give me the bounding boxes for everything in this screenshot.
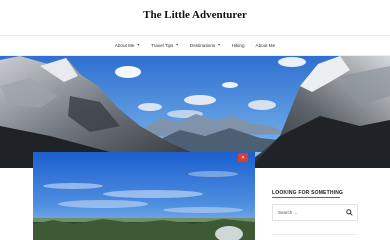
- close-icon: ✕: [240, 154, 246, 161]
- search-input[interactable]: [273, 205, 341, 220]
- chevron-down-icon: ▼: [175, 43, 179, 47]
- search-form: [272, 204, 358, 221]
- site-header: The Little Adventurer: [0, 0, 390, 34]
- nav-item-label: Travel Tips: [151, 42, 174, 48]
- chevron-down-icon: ▼: [136, 43, 141, 47]
- widget-divider: [272, 234, 358, 235]
- nav-item-about-me[interactable]: About Me ▼: [115, 43, 140, 48]
- post-featured-image[interactable]: [33, 152, 255, 240]
- close-button[interactable]: ✕: [238, 153, 248, 162]
- chevron-down-icon: ▼: [217, 43, 221, 47]
- nav-item-travel-tips[interactable]: Travel Tips ▼: [151, 43, 179, 48]
- nav-item-label: Hiking: [231, 42, 245, 48]
- nav-item-destinations[interactable]: Destinations ▼: [190, 43, 221, 48]
- nav-item-label: About Me: [255, 42, 276, 48]
- widget-title: LOOKING FOR SOMETHING: [272, 190, 344, 196]
- search-icon: [345, 209, 353, 216]
- main-nav: About Me ▼ Travel Tips ▼ Destinations ▼ …: [0, 36, 390, 54]
- nav-item-label: About Me: [114, 42, 135, 48]
- nav-item-hiking[interactable]: Hiking: [232, 43, 245, 48]
- nav-item-about-me-2[interactable]: About Me: [256, 43, 276, 48]
- widget-title-underline: [272, 197, 340, 198]
- site-title[interactable]: The Little Adventurer: [0, 9, 390, 21]
- nav-item-label: Destinations: [189, 42, 216, 48]
- search-button[interactable]: [341, 205, 357, 220]
- sky-forest-image: [33, 152, 255, 240]
